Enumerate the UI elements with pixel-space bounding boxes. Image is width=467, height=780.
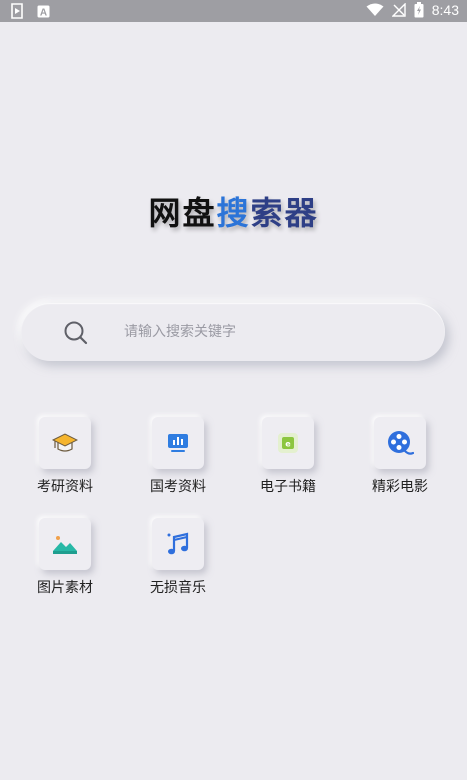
app-title-part2: 搜 — [216, 194, 251, 232]
category-images[interactable]: 图片素材 — [15, 518, 115, 597]
category-tile[interactable] — [152, 417, 204, 469]
category-label: 无损音乐 — [150, 580, 206, 596]
svg-text:A: A — [40, 7, 47, 18]
search-bar[interactable] — [21, 303, 445, 361]
category-label: 图片素材 — [37, 580, 93, 596]
category-movies[interactable]: 精彩电影 — [350, 417, 450, 496]
category-tile[interactable] — [39, 518, 91, 570]
category-label: 考研资料 — [37, 479, 93, 495]
app-title-part1: 网盘 — [148, 194, 217, 232]
category-tile[interactable] — [152, 518, 204, 570]
category-tile[interactable] — [374, 417, 426, 469]
category-music[interactable]: 无损音乐 — [128, 518, 228, 597]
music-note-icon — [167, 532, 189, 555]
category-label: 精彩电影 — [372, 479, 428, 495]
landscape-image-icon — [53, 536, 77, 554]
category-ebooks[interactable]: e 电子书籍 — [238, 417, 338, 496]
status-bar: A 8:43 — [0, 0, 467, 22]
accessibility-app-icon: A — [37, 5, 50, 18]
search-input[interactable] — [124, 303, 424, 361]
app-title-part3: 索器 — [250, 194, 319, 232]
play-store-icon — [11, 3, 23, 19]
no-signal-icon — [391, 3, 406, 17]
category-kaoyan[interactable]: 考研资料 — [15, 417, 115, 496]
film-reel-icon — [388, 431, 414, 455]
app-title: 网盘搜索器 — [0, 188, 467, 234]
category-label: 国考资料 — [150, 479, 206, 495]
category-tile[interactable] — [39, 417, 91, 469]
category-label: 电子书籍 — [260, 479, 316, 495]
wifi-icon — [366, 3, 384, 16]
svg-text:e: e — [285, 440, 291, 449]
category-tile[interactable]: e — [262, 417, 314, 469]
graduation-cap-icon — [52, 433, 78, 452]
ebook-icon: e — [278, 433, 298, 453]
search-icon[interactable] — [63, 320, 89, 346]
category-guokao[interactable]: 国考资料 — [128, 417, 228, 496]
clock: 8:43 — [431, 2, 459, 18]
presentation-board-icon — [168, 434, 188, 452]
battery-icon — [414, 2, 424, 18]
